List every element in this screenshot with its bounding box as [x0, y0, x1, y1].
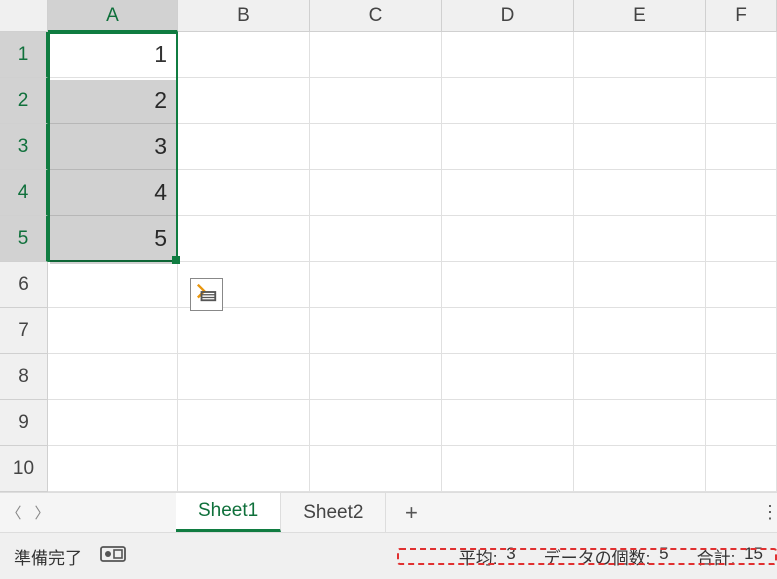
tab-nav-prev[interactable]: 〈 — [0, 493, 28, 532]
cell-F3[interactable] — [706, 124, 777, 170]
cell-D3[interactable] — [442, 124, 574, 170]
cell-D10[interactable] — [442, 446, 574, 492]
cell-D8[interactable] — [442, 354, 574, 400]
cell-C6[interactable] — [310, 262, 442, 308]
column-header-B[interactable]: B — [178, 0, 310, 32]
column-header-C[interactable]: C — [310, 0, 442, 32]
cell-C5[interactable] — [310, 216, 442, 262]
cell-A3[interactable]: 3 — [48, 124, 178, 170]
cell-A7[interactable] — [48, 308, 178, 354]
add-sheet-button[interactable]: + — [386, 493, 436, 532]
row-header-10[interactable]: 10 — [0, 446, 48, 492]
cell-F5[interactable] — [706, 216, 777, 262]
sheet-tab-1[interactable]: Sheet1 — [176, 493, 281, 532]
cell-B2[interactable] — [178, 78, 310, 124]
row-header-9[interactable]: 9 — [0, 400, 48, 446]
cell-B3[interactable] — [178, 124, 310, 170]
cell-C4[interactable] — [310, 170, 442, 216]
worksheet-grid: A B C D E F 1 1 2 2 3 3 4 4 — [0, 0, 777, 492]
column-headers: A B C D E F — [0, 0, 777, 32]
cell-D7[interactable] — [442, 308, 574, 354]
row-header-1[interactable]: 1 — [0, 32, 48, 78]
row-header-3[interactable]: 3 — [0, 124, 48, 170]
statusbar: 準備完了 平均: 3 データの個数: 5 合計: 15 — [0, 532, 777, 579]
cell-A5[interactable]: 5 — [48, 216, 178, 262]
cell-A10[interactable] — [48, 446, 178, 492]
cell-B5[interactable] — [178, 216, 310, 262]
status-ready: 準備完了 — [14, 544, 82, 569]
cell-D1[interactable] — [442, 32, 574, 78]
row-header-6[interactable]: 6 — [0, 262, 48, 308]
tab-overflow-icon[interactable]: ⋮ — [763, 493, 777, 532]
cell-E9[interactable] — [574, 400, 706, 446]
cell-E6[interactable] — [574, 262, 706, 308]
row-header-8[interactable]: 8 — [0, 354, 48, 400]
cell-A4[interactable]: 4 — [48, 170, 178, 216]
cell-E2[interactable] — [574, 78, 706, 124]
cell-B9[interactable] — [178, 400, 310, 446]
cell-A8[interactable] — [48, 354, 178, 400]
status-sum: 合計: 15 — [697, 544, 763, 569]
cell-E8[interactable] — [574, 354, 706, 400]
cell-E10[interactable] — [574, 446, 706, 492]
cell-C3[interactable] — [310, 124, 442, 170]
cell-B10[interactable] — [178, 446, 310, 492]
cell-C1[interactable] — [310, 32, 442, 78]
cell-B4[interactable] — [178, 170, 310, 216]
cell-A1[interactable]: 1 — [48, 32, 178, 78]
cell-C2[interactable] — [310, 78, 442, 124]
cell-F8[interactable] — [706, 354, 777, 400]
sheet-tab-2[interactable]: Sheet2 — [281, 493, 386, 532]
select-all-corner[interactable] — [0, 0, 48, 32]
column-header-D[interactable]: D — [442, 0, 574, 32]
status-average: 平均: 3 — [459, 544, 516, 569]
quick-analysis-button[interactable] — [190, 278, 223, 311]
cell-C9[interactable] — [310, 400, 442, 446]
cell-D9[interactable] — [442, 400, 574, 446]
cell-F4[interactable] — [706, 170, 777, 216]
sheet-tabstrip: 〈 〉 Sheet1 Sheet2 + ⋮ — [0, 492, 777, 532]
cell-A6[interactable] — [48, 262, 178, 308]
cell-D2[interactable] — [442, 78, 574, 124]
macro-record-icon[interactable] — [100, 544, 126, 569]
quick-analysis-icon — [196, 281, 218, 308]
cell-F9[interactable] — [706, 400, 777, 446]
cell-E7[interactable] — [574, 308, 706, 354]
column-header-A[interactable]: A — [48, 0, 178, 32]
cell-D5[interactable] — [442, 216, 574, 262]
cell-E1[interactable] — [574, 32, 706, 78]
row-header-5[interactable]: 5 — [0, 216, 48, 262]
cell-B1[interactable] — [178, 32, 310, 78]
row-header-7[interactable]: 7 — [0, 308, 48, 354]
cell-C10[interactable] — [310, 446, 442, 492]
cell-F10[interactable] — [706, 446, 777, 492]
column-header-F[interactable]: F — [706, 0, 777, 32]
row-header-2[interactable]: 2 — [0, 78, 48, 124]
cell-D4[interactable] — [442, 170, 574, 216]
cell-E3[interactable] — [574, 124, 706, 170]
status-count: データの個数: 5 — [544, 544, 669, 569]
cell-F7[interactable] — [706, 308, 777, 354]
cell-B8[interactable] — [178, 354, 310, 400]
cell-C8[interactable] — [310, 354, 442, 400]
cell-A2[interactable]: 2 — [48, 78, 178, 124]
cell-E5[interactable] — [574, 216, 706, 262]
cell-E4[interactable] — [574, 170, 706, 216]
cell-F2[interactable] — [706, 78, 777, 124]
cell-F1[interactable] — [706, 32, 777, 78]
cell-C7[interactable] — [310, 308, 442, 354]
cell-B7[interactable] — [178, 308, 310, 354]
cell-A9[interactable] — [48, 400, 178, 446]
row-header-4[interactable]: 4 — [0, 170, 48, 216]
tab-nav-next[interactable]: 〉 — [28, 493, 56, 532]
column-header-E[interactable]: E — [574, 0, 706, 32]
cell-D6[interactable] — [442, 262, 574, 308]
cell-F6[interactable] — [706, 262, 777, 308]
